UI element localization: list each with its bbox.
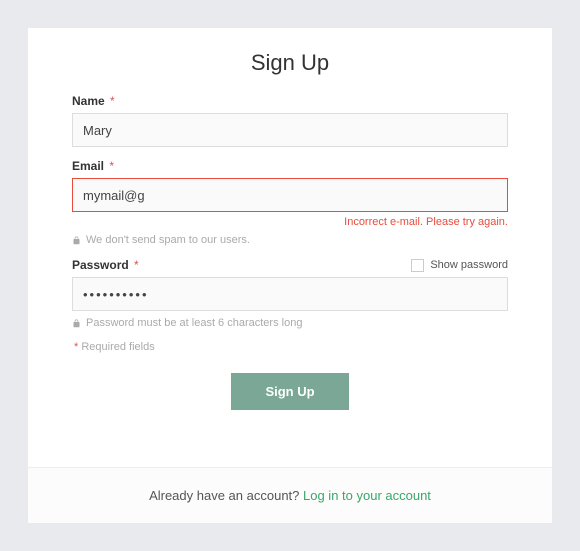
email-label: Email * [72,159,114,173]
password-label: Password * [72,258,139,272]
password-input[interactable] [72,277,508,311]
show-password-checkbox[interactable] [411,259,424,272]
email-hint: We don't send spam to our users. [72,234,508,246]
signup-form: Sign Up Name * Email * Incorrect e-mail.… [28,28,552,467]
required-fields-note: * Required fields [72,341,508,353]
lock-icon [72,319,81,328]
page-title: Sign Up [72,50,508,76]
name-field: Name * [72,94,508,147]
email-input[interactable] [72,178,508,212]
footer: Already have an account? Log in to your … [28,467,552,523]
email-field: Email * Incorrect e-mail. Please try aga… [72,159,508,246]
lock-icon [72,236,81,245]
footer-text: Already have an account? [149,488,303,503]
password-hint: Password must be at least 6 characters l… [72,317,508,329]
show-password-toggle: Show password [411,259,508,272]
signup-button[interactable]: Sign Up [231,373,348,410]
password-field: Password * Show password Password must b… [72,258,508,329]
show-password-label: Show password [430,259,508,271]
name-input[interactable] [72,113,508,147]
signup-card: Sign Up Name * Email * Incorrect e-mail.… [28,28,552,523]
name-label: Name * [72,94,115,108]
login-link[interactable]: Log in to your account [303,488,431,503]
email-error: Incorrect e-mail. Please try again. [72,216,508,228]
